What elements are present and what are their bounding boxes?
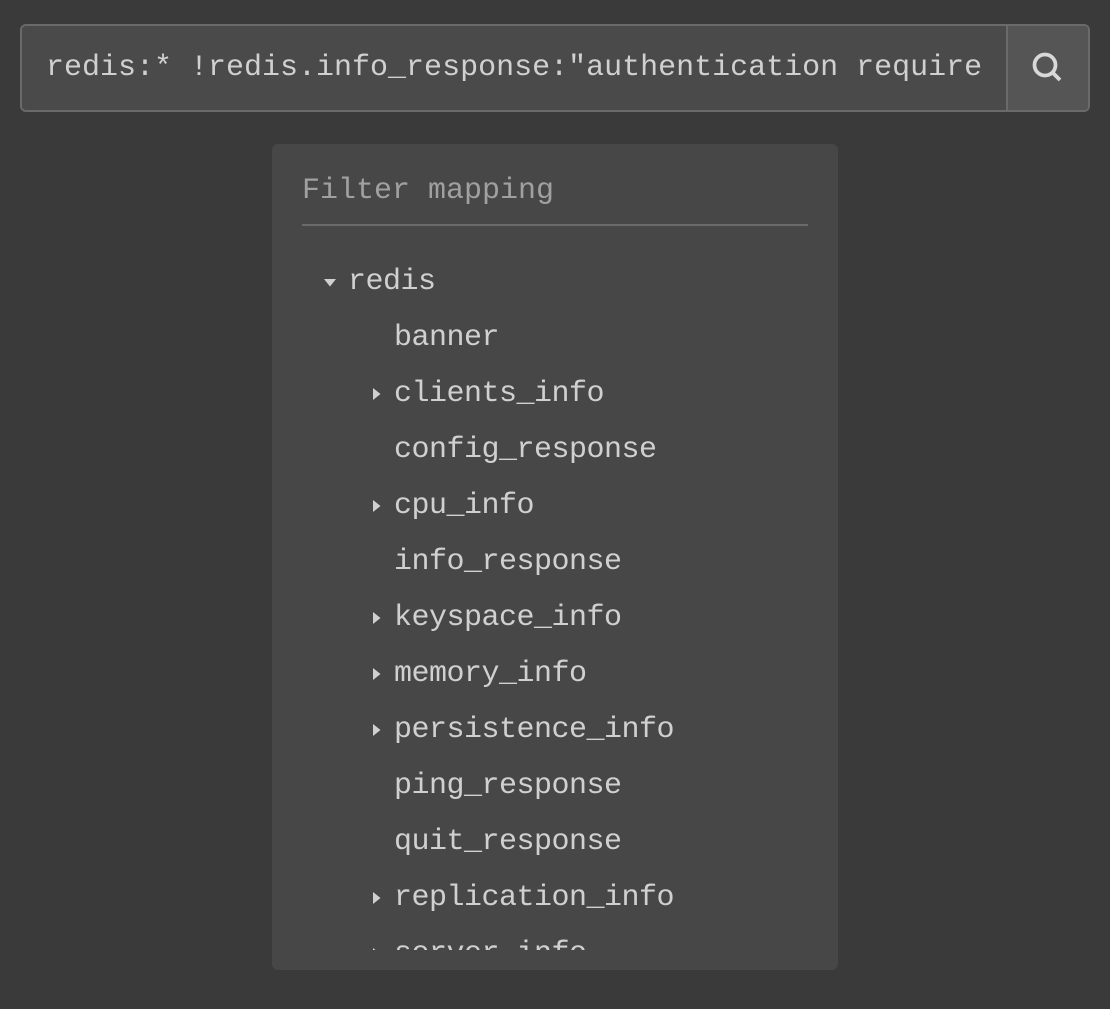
tree-node-quit-response[interactable]: quit_response bbox=[302, 814, 808, 870]
tree-node-persistence-info[interactable]: persistence_info bbox=[302, 702, 808, 758]
chevron-right-icon bbox=[366, 945, 386, 950]
filter-tree-container[interactable]: redis banner clients_info config_respons… bbox=[302, 254, 808, 950]
tree-node-label: server_info bbox=[394, 937, 587, 950]
tree-node-label: info_response bbox=[394, 545, 622, 579]
tree-node-label: replication_info bbox=[394, 881, 674, 915]
chevron-right-icon bbox=[366, 497, 386, 515]
filter-mapping-panel: Filter mapping redis banner clients_info bbox=[272, 144, 838, 970]
chevron-right-icon bbox=[366, 721, 386, 739]
tree-node-banner[interactable]: banner bbox=[302, 310, 808, 366]
tree-node-label: banner bbox=[394, 321, 499, 355]
tree-node-info-response[interactable]: info_response bbox=[302, 534, 808, 590]
tree-node-clients-info[interactable]: clients_info bbox=[302, 366, 808, 422]
tree-node-memory-info[interactable]: memory_info bbox=[302, 646, 808, 702]
tree-node-ping-response[interactable]: ping_response bbox=[302, 758, 808, 814]
tree-node-keyspace-info[interactable]: keyspace_info bbox=[302, 590, 808, 646]
chevron-right-icon bbox=[366, 385, 386, 403]
tree-node-label: memory_info bbox=[394, 657, 587, 691]
tree-node-label: cpu_info bbox=[394, 489, 534, 523]
chevron-right-icon bbox=[366, 889, 386, 907]
search-input[interactable] bbox=[22, 26, 1006, 110]
tree-node-label: redis bbox=[348, 265, 436, 299]
tree-node-replication-info[interactable]: replication_info bbox=[302, 870, 808, 926]
tree-node-label: persistence_info bbox=[394, 713, 674, 747]
tree-node-redis[interactable]: redis bbox=[302, 254, 808, 310]
search-bar bbox=[20, 24, 1090, 112]
tree-node-label: quit_response bbox=[394, 825, 622, 859]
tree-node-label: clients_info bbox=[394, 377, 604, 411]
tree-node-server-info[interactable]: server_info bbox=[302, 926, 808, 950]
search-button[interactable] bbox=[1006, 26, 1088, 110]
chevron-down-icon bbox=[320, 273, 340, 291]
filter-mapping-title: Filter mapping bbox=[302, 174, 808, 226]
tree-node-label: ping_response bbox=[394, 769, 622, 803]
tree-node-label: config_response bbox=[394, 433, 657, 467]
search-icon bbox=[1030, 50, 1066, 86]
tree-node-config-response[interactable]: config_response bbox=[302, 422, 808, 478]
chevron-right-icon bbox=[366, 609, 386, 627]
tree-node-cpu-info[interactable]: cpu_info bbox=[302, 478, 808, 534]
tree-node-label: keyspace_info bbox=[394, 601, 622, 635]
filter-tree: redis banner clients_info config_respons… bbox=[302, 254, 808, 950]
chevron-right-icon bbox=[366, 665, 386, 683]
